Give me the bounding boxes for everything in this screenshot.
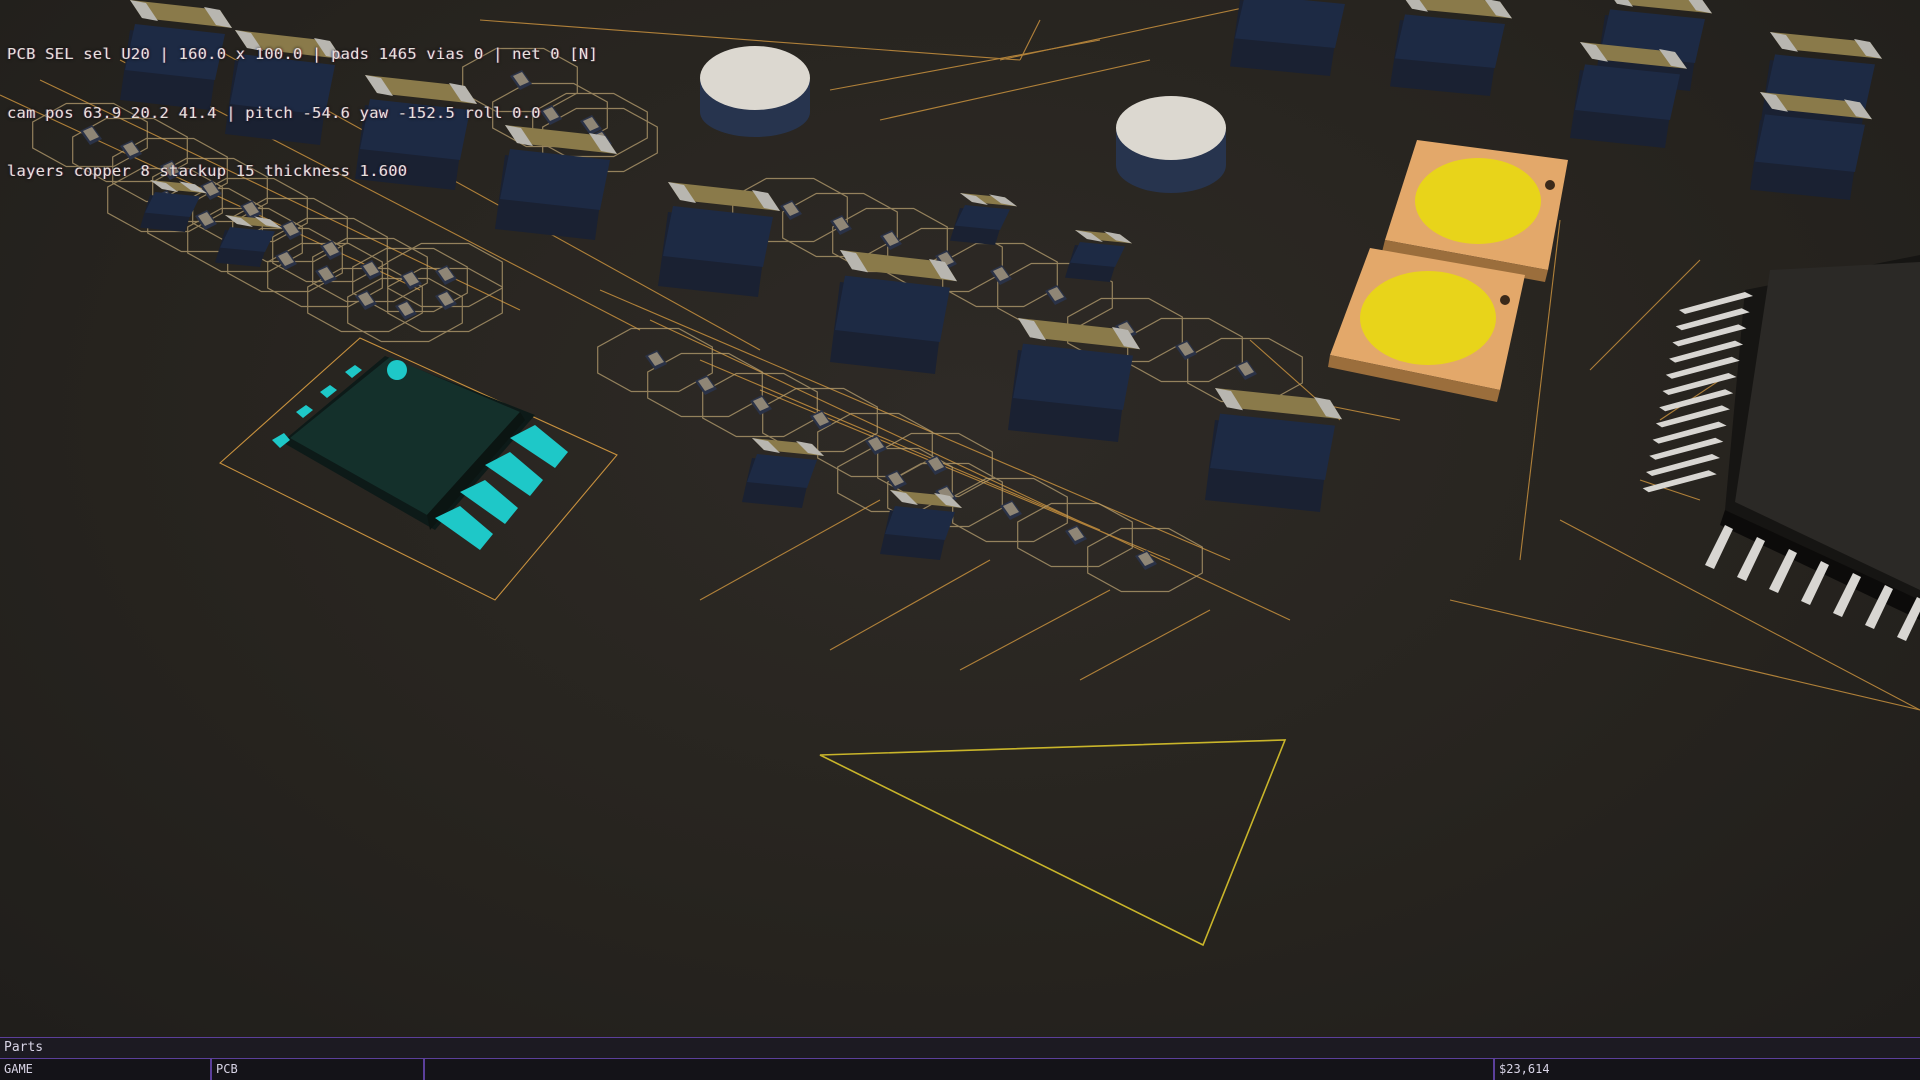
parts-panel-bar[interactable]: Parts — [0, 1037, 1920, 1059]
parts-label[interactable]: Parts — [4, 1040, 43, 1055]
mlcc-capacitor[interactable] — [880, 490, 962, 560]
smd-resistor[interactable] — [880, 230, 902, 250]
smd-resistor[interactable] — [810, 410, 832, 430]
smd-resistor[interactable] — [990, 265, 1012, 285]
mlcc-capacitor[interactable] — [742, 438, 824, 508]
hud-line-camera: cam pos 63.9 20.2 41.4 | pitch -54.6 yaw… — [7, 103, 541, 122]
smd-resistor[interactable] — [1000, 500, 1022, 520]
led-2[interactable] — [1328, 248, 1525, 402]
electrolytic-cap-1[interactable] — [700, 46, 810, 137]
smd-resistor[interactable] — [275, 250, 297, 270]
smd-resistor[interactable] — [1065, 525, 1087, 545]
mlcc-capacitor[interactable] — [950, 193, 1017, 245]
smd-resistor[interactable] — [1175, 340, 1197, 360]
pcb-3d-viewport[interactable]: PCB SEL sel U20 | 160.0 x 100.0 | pads 1… — [0, 0, 1920, 1037]
smd-resistor[interactable] — [1045, 285, 1067, 305]
smd-resistor[interactable] — [695, 375, 717, 395]
status-middle — [425, 1059, 1495, 1080]
mlcc-capacitor[interactable] — [658, 182, 780, 297]
smd-resistor[interactable] — [645, 350, 667, 370]
status-mode[interactable]: GAME — [0, 1059, 212, 1080]
mlcc-capacitor[interactable] — [1008, 318, 1140, 442]
mlcc-capacitor[interactable] — [1205, 388, 1342, 512]
ic-u20[interactable] — [219, 337, 618, 601]
qfp-chip[interactable] — [1642, 255, 1920, 653]
mlcc-capacitor[interactable] — [1570, 42, 1687, 148]
status-money: $23,614 — [1499, 1062, 1550, 1076]
mlcc-capacitor[interactable] — [1390, 0, 1512, 96]
hud-line-layers: layers copper 8 stackup 15 thickness 1.6… — [7, 162, 408, 180]
hud-overlay: PCB SEL sel U20 | 160.0 x 100.0 | pads 1… — [7, 6, 598, 221]
keepout-region — [819, 739, 1287, 947]
pin1-marker — [387, 360, 407, 380]
mlcc-capacitor[interactable] — [830, 250, 957, 374]
smd-resistor[interactable] — [750, 395, 772, 415]
status-view[interactable]: PCB — [212, 1059, 425, 1080]
smd-resistor[interactable] — [1235, 360, 1257, 380]
hud-line-selection: PCB SEL sel U20 | 160.0 x 100.0 | pads 1… — [7, 45, 598, 63]
mlcc-capacitor[interactable] — [1230, 0, 1352, 76]
smd-resistor[interactable] — [400, 270, 422, 290]
electrolytic-cap-2[interactable] — [1116, 96, 1226, 193]
smd-resistor[interactable] — [360, 260, 382, 280]
status-bar: GAME PCB $23,614 — [0, 1059, 1920, 1080]
mlcc-capacitor[interactable] — [1065, 230, 1132, 282]
